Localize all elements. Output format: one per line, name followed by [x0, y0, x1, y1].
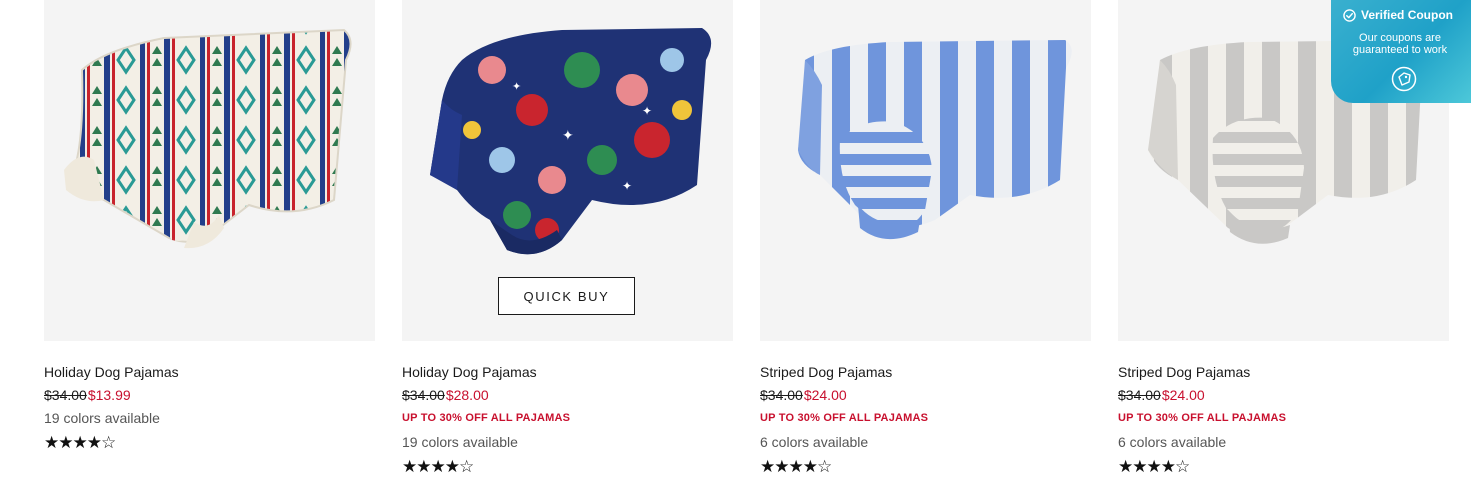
- blue-striped-dog-pajama-image: [798, 40, 1072, 240]
- product-grid: Holiday Dog Pajamas $34.00$13.99 19 colo…: [0, 0, 1471, 482]
- price-row: $34.00$28.00: [402, 387, 489, 403]
- product-image[interactable]: [44, 0, 375, 341]
- product-title[interactable]: Holiday Dog Pajamas: [402, 364, 537, 380]
- star-rating[interactable]: ★★★★☆: [760, 458, 832, 475]
- product-card[interactable]: Striped Dog Pajamas $34.00$24.00 UP TO 3…: [760, 0, 1091, 475]
- product-title[interactable]: Striped Dog Pajamas: [1118, 364, 1250, 380]
- price-row: $34.00$24.00: [760, 387, 847, 403]
- product-card[interactable]: ✦ ✦ ✦ ✦ QUICK BUY Holiday Dog Pajamas $3…: [402, 0, 733, 475]
- colors-available[interactable]: 6 colors available: [760, 434, 868, 450]
- colors-available[interactable]: 19 colors available: [44, 410, 160, 426]
- coupon-title: Verified Coupon: [1361, 8, 1454, 22]
- product-title[interactable]: Holiday Dog Pajamas: [44, 364, 179, 380]
- star-rating[interactable]: ★★★★☆: [402, 458, 474, 475]
- fair-isle-dog-pajama-image: [64, 28, 352, 249]
- promo-message: UP TO 30% OFF ALL PAJAMAS: [760, 412, 929, 424]
- product-image[interactable]: ✦ ✦ ✦ ✦ QUICK BUY: [402, 0, 733, 341]
- coupon-header: Verified Coupon: [1343, 8, 1465, 22]
- svg-text:✦: ✦: [642, 104, 652, 118]
- product-card[interactable]: Holiday Dog Pajamas $34.00$13.99 19 colo…: [44, 0, 375, 451]
- svg-text:✦: ✦: [562, 128, 574, 144]
- check-circle-icon: [1343, 8, 1356, 22]
- sale-price: $28.00: [445, 387, 489, 403]
- sale-price: $24.00: [803, 387, 847, 403]
- coupon-tag-icon[interactable]: [1391, 66, 1417, 92]
- price-row: $34.00$24.00: [1118, 387, 1205, 403]
- star-rating[interactable]: ★★★★☆: [1118, 458, 1190, 475]
- product-image[interactable]: [760, 0, 1091, 341]
- sale-price: $24.00: [1161, 387, 1205, 403]
- svg-text:✦: ✦: [512, 80, 521, 93]
- original-price: $34.00: [1118, 387, 1161, 403]
- promo-message: UP TO 30% OFF ALL PAJAMAS: [402, 412, 571, 424]
- price-row: $34.00$13.99: [44, 387, 131, 403]
- svg-text:✦: ✦: [622, 179, 632, 193]
- quick-buy-button[interactable]: QUICK BUY: [498, 277, 635, 315]
- colors-available[interactable]: 19 colors available: [402, 434, 518, 450]
- sale-price: $13.99: [87, 387, 131, 403]
- original-price: $34.00: [44, 387, 87, 403]
- verified-coupon-widget[interactable]: Verified Coupon Our coupons are guarante…: [1331, 0, 1471, 103]
- original-price: $34.00: [402, 387, 445, 403]
- colors-available[interactable]: 6 colors available: [1118, 434, 1226, 450]
- promo-message: UP TO 30% OFF ALL PAJAMAS: [1118, 412, 1287, 424]
- original-price: $34.00: [760, 387, 803, 403]
- coupon-subtitle: Our coupons are guaranteed to work: [1352, 32, 1448, 56]
- star-rating[interactable]: ★★★★☆: [44, 434, 116, 451]
- product-title[interactable]: Striped Dog Pajamas: [760, 364, 892, 380]
